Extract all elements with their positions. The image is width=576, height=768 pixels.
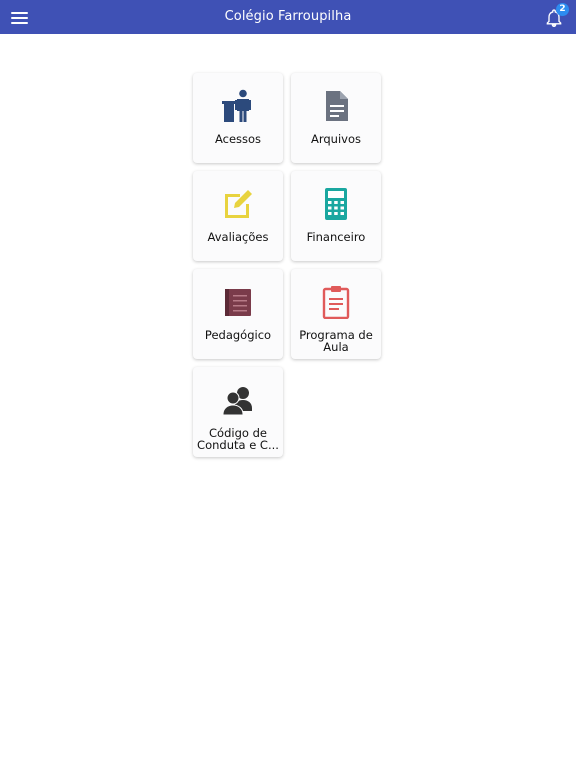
tile-pedagogico[interactable]: Pedagógico	[193, 269, 283, 359]
edit-icon	[225, 190, 252, 218]
tile-avaliacoes[interactable]: Avaliações	[193, 171, 283, 261]
tile-label: Avaliações	[207, 230, 269, 244]
tile-label: Acessos	[214, 132, 262, 146]
document-icon	[326, 91, 348, 121]
notification-badge: 2	[556, 3, 569, 16]
tile-label: Código de Conduta e C...	[197, 426, 279, 452]
tile-acessos[interactable]: Acessos	[193, 73, 283, 163]
tile-arquivos[interactable]: Arquivos	[291, 73, 381, 163]
book-icon	[225, 289, 251, 316]
person-turnstile-icon	[222, 89, 251, 122]
top-app-bar: Colégio Farroupilha 2	[0, 0, 576, 34]
app-title: Colégio Farroupilha	[224, 9, 352, 24]
tile-label: Programa de Aula	[299, 328, 373, 354]
calculator-icon	[325, 188, 347, 220]
tile-financeiro[interactable]: Financeiro	[291, 171, 381, 261]
tile-codigo-de-conduta[interactable]: Código de Conduta e C...	[193, 367, 283, 457]
people-icon	[222, 387, 252, 416]
clipboard-icon	[322, 286, 350, 319]
tile-label: Financeiro	[306, 230, 366, 244]
tile-label: Arquivos	[310, 132, 361, 146]
tile-programa-de-aula[interactable]: Programa de Aula	[291, 269, 381, 359]
tile-label: Pedagógico	[204, 328, 272, 342]
notifications-button[interactable]: 2	[542, 3, 570, 30]
